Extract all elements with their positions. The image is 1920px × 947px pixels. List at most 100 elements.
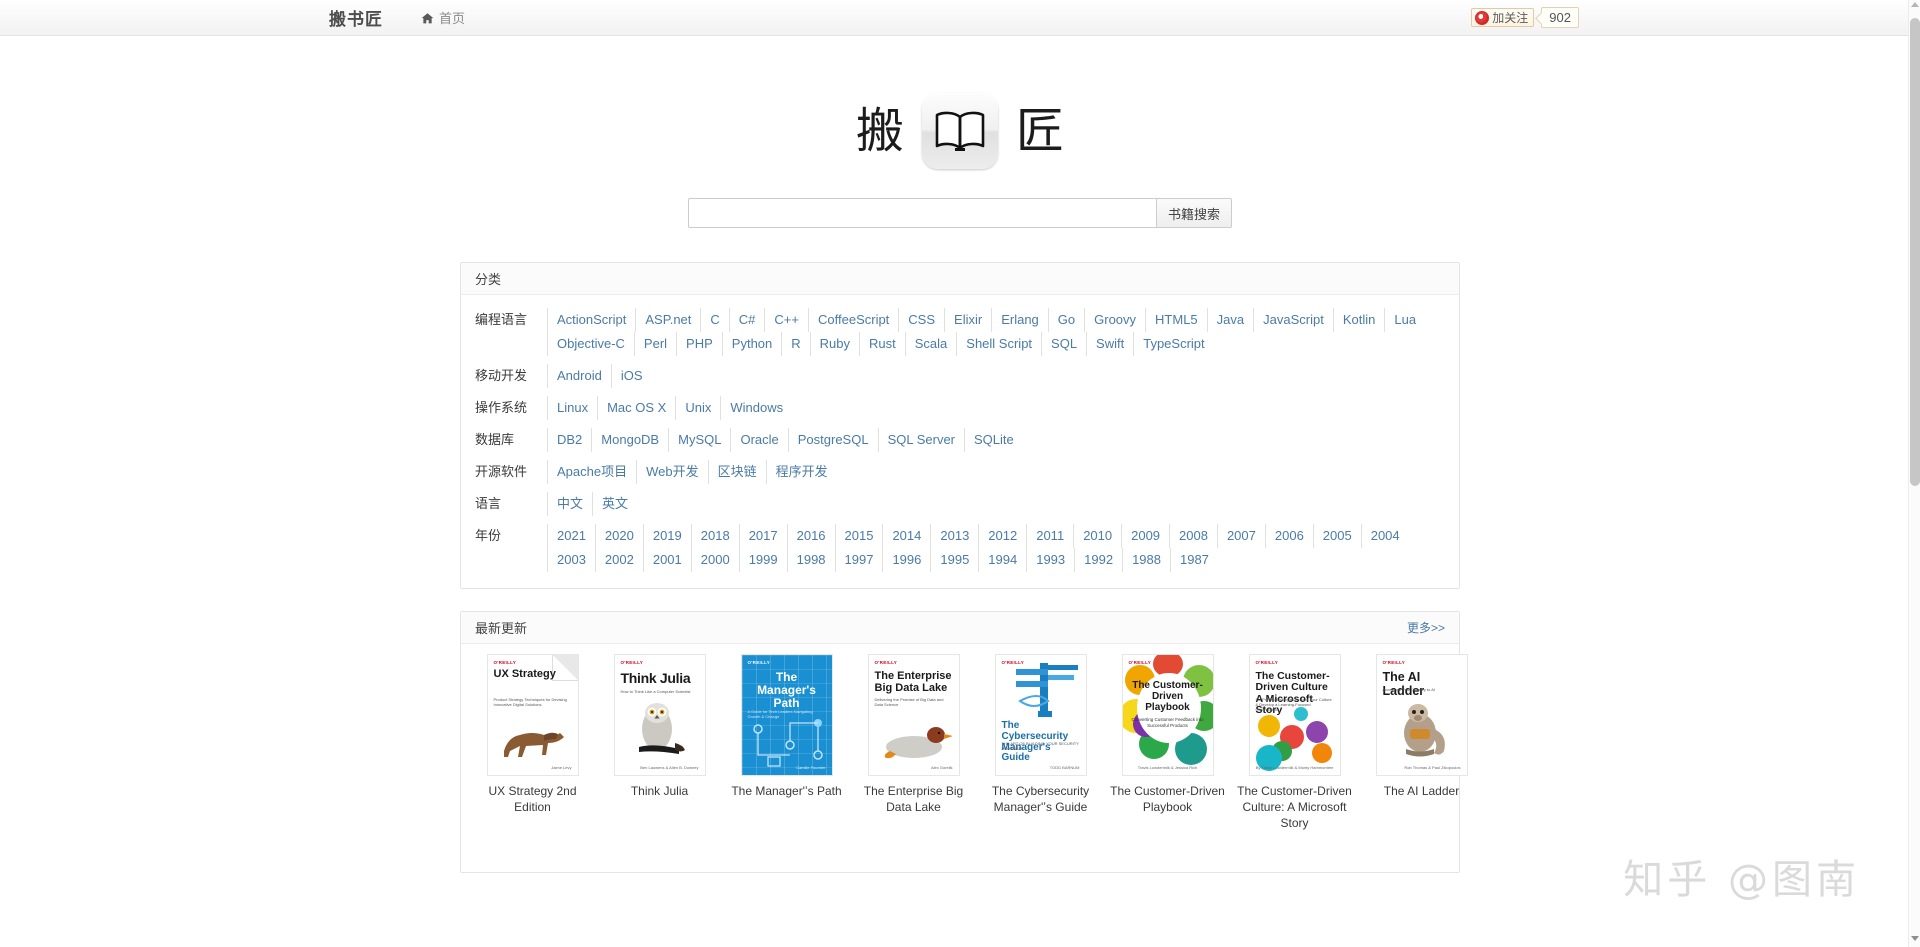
category-link[interactable]: 1996 <box>882 548 930 572</box>
category-link[interactable]: PHP <box>676 332 722 356</box>
category-link[interactable]: Lua <box>1384 308 1425 332</box>
category-link[interactable]: Scala <box>905 332 957 356</box>
book-card[interactable]: O'REILLYThe Manager's PathA Guide for Te… <box>724 654 849 832</box>
category-link[interactable]: 1999 <box>739 548 787 572</box>
search-input[interactable] <box>688 198 1156 228</box>
category-link[interactable]: MongoDB <box>591 428 668 452</box>
category-link[interactable]: 2007 <box>1217 524 1265 548</box>
category-link[interactable]: 2004 <box>1361 524 1409 548</box>
category-link[interactable]: 2014 <box>882 524 930 548</box>
category-row-label: 开源软件 <box>461 460 547 484</box>
category-link[interactable]: Oracle <box>730 428 787 452</box>
category-link[interactable]: HTML5 <box>1145 308 1207 332</box>
category-link[interactable]: 1997 <box>835 548 883 572</box>
category-link[interactable]: Ruby <box>810 332 859 356</box>
category-link[interactable]: 2008 <box>1169 524 1217 548</box>
search-button[interactable]: 书籍搜索 <box>1156 198 1232 228</box>
category-link[interactable]: Unix <box>675 396 720 420</box>
category-link[interactable]: 2018 <box>691 524 739 548</box>
category-link[interactable]: Rust <box>859 332 905 356</box>
category-link[interactable]: iOS <box>611 364 652 388</box>
category-link[interactable]: 2000 <box>691 548 739 572</box>
category-link[interactable]: PostgreSQL <box>788 428 878 452</box>
category-link[interactable]: C# <box>729 308 765 332</box>
category-link[interactable]: Mac OS X <box>597 396 675 420</box>
scrollbar-thumb[interactable] <box>1910 18 1920 486</box>
category-link[interactable]: 2015 <box>835 524 883 548</box>
category-link[interactable]: 1992 <box>1074 548 1122 572</box>
category-link[interactable]: Swift <box>1086 332 1133 356</box>
category-link[interactable]: 程序开发 <box>766 460 837 484</box>
category-link[interactable]: 2020 <box>595 524 643 548</box>
category-link[interactable]: C++ <box>764 308 808 332</box>
category-link[interactable]: 2003 <box>547 548 595 572</box>
category-link[interactable]: 2011 <box>1026 524 1073 548</box>
category-link[interactable]: 中文 <box>547 492 592 516</box>
category-link[interactable]: 2019 <box>643 524 691 548</box>
category-link[interactable]: SQL <box>1041 332 1086 356</box>
category-link[interactable]: 1994 <box>978 548 1026 572</box>
nav-item-home[interactable]: 首页 <box>421 8 465 27</box>
category-link[interactable]: 1993 <box>1026 548 1074 572</box>
category-link[interactable]: Elixir <box>944 308 991 332</box>
category-link[interactable]: Android <box>547 364 611 388</box>
category-link[interactable]: R <box>781 332 809 356</box>
category-link[interactable]: 2010 <box>1073 524 1121 548</box>
book-card[interactable]: O'REILLYThe Customer-Driven PlaybookConv… <box>1105 654 1230 832</box>
category-link[interactable]: 2021 <box>547 524 595 548</box>
category-link[interactable]: Perl <box>634 332 676 356</box>
category-link[interactable]: 英文 <box>592 492 637 516</box>
category-link[interactable]: CSS <box>898 308 944 332</box>
category-link[interactable]: Kotlin <box>1333 308 1385 332</box>
category-link[interactable]: 2006 <box>1265 524 1313 548</box>
category-link[interactable]: Python <box>722 332 781 356</box>
category-link[interactable]: SQLite <box>964 428 1023 452</box>
category-link[interactable]: Go <box>1048 308 1084 332</box>
category-link[interactable]: TypeScript <box>1133 332 1213 356</box>
category-link[interactable]: 2002 <box>595 548 643 572</box>
category-link[interactable]: 1988 <box>1122 548 1170 572</box>
category-link[interactable]: Shell Script <box>956 332 1041 356</box>
book-card[interactable]: O'REILLYUX StrategyProduct Strategy Tech… <box>470 654 595 832</box>
category-link[interactable]: 1987 <box>1170 548 1218 572</box>
category-link[interactable]: JavaScript <box>1253 308 1333 332</box>
category-link[interactable]: 2009 <box>1121 524 1169 548</box>
category-link[interactable]: Web开发 <box>636 460 708 484</box>
scroll-up-arrow-icon[interactable] <box>1911 2 1919 7</box>
book-card[interactable]: O'REILLYThe Customer-Driven Culture A Mi… <box>1232 654 1357 832</box>
category-link[interactable]: 2001 <box>643 548 691 572</box>
category-link[interactable]: ActionScript <box>547 308 635 332</box>
category-link[interactable]: 2012 <box>978 524 1026 548</box>
category-link[interactable]: 1998 <box>787 548 835 572</box>
category-link[interactable]: Java <box>1207 308 1253 332</box>
category-link[interactable]: 区块链 <box>708 460 766 484</box>
category-link[interactable]: Groovy <box>1084 308 1145 332</box>
category-link[interactable]: 2017 <box>739 524 787 548</box>
page-scrollbar[interactable] <box>1908 0 1920 947</box>
site-logo[interactable]: 搬 匠 <box>335 36 1585 170</box>
book-card[interactable]: O'REILLYThe AI LadderAccelerate Your Jou… <box>1359 654 1484 832</box>
category-link[interactable]: MySQL <box>668 428 730 452</box>
scroll-down-arrow-icon[interactable] <box>1911 936 1919 941</box>
book-card[interactable]: O'REILLYThe Cybersecurity Manager's Guid… <box>978 654 1103 832</box>
weibo-icon <box>1475 11 1489 25</box>
weibo-follow-button[interactable]: 加关注 <box>1471 8 1534 27</box>
site-brand[interactable]: 搬书匠 <box>329 5 383 30</box>
category-link[interactable]: C <box>700 308 728 332</box>
category-link[interactable]: 2005 <box>1313 524 1361 548</box>
category-link[interactable]: Erlang <box>991 308 1048 332</box>
category-link[interactable]: ASP.net <box>635 308 700 332</box>
category-link[interactable]: CoffeeScript <box>808 308 898 332</box>
category-link[interactable]: Apache项目 <box>547 460 636 484</box>
category-link[interactable]: 2016 <box>787 524 835 548</box>
category-link[interactable]: DB2 <box>547 428 591 452</box>
category-link[interactable]: Linux <box>547 396 597 420</box>
category-link[interactable]: Windows <box>720 396 792 420</box>
category-link[interactable]: 1995 <box>930 548 978 572</box>
category-link[interactable]: Objective-C <box>547 332 634 356</box>
book-card[interactable]: O'REILLYThe Enterprise Big Data LakeDeli… <box>851 654 976 832</box>
latest-more-link[interactable]: 更多>> <box>1407 619 1445 636</box>
book-card[interactable]: O'REILLYThink JuliaHow to Think Like a C… <box>597 654 722 832</box>
category-link[interactable]: SQL Server <box>878 428 964 452</box>
category-link[interactable]: 2013 <box>930 524 978 548</box>
